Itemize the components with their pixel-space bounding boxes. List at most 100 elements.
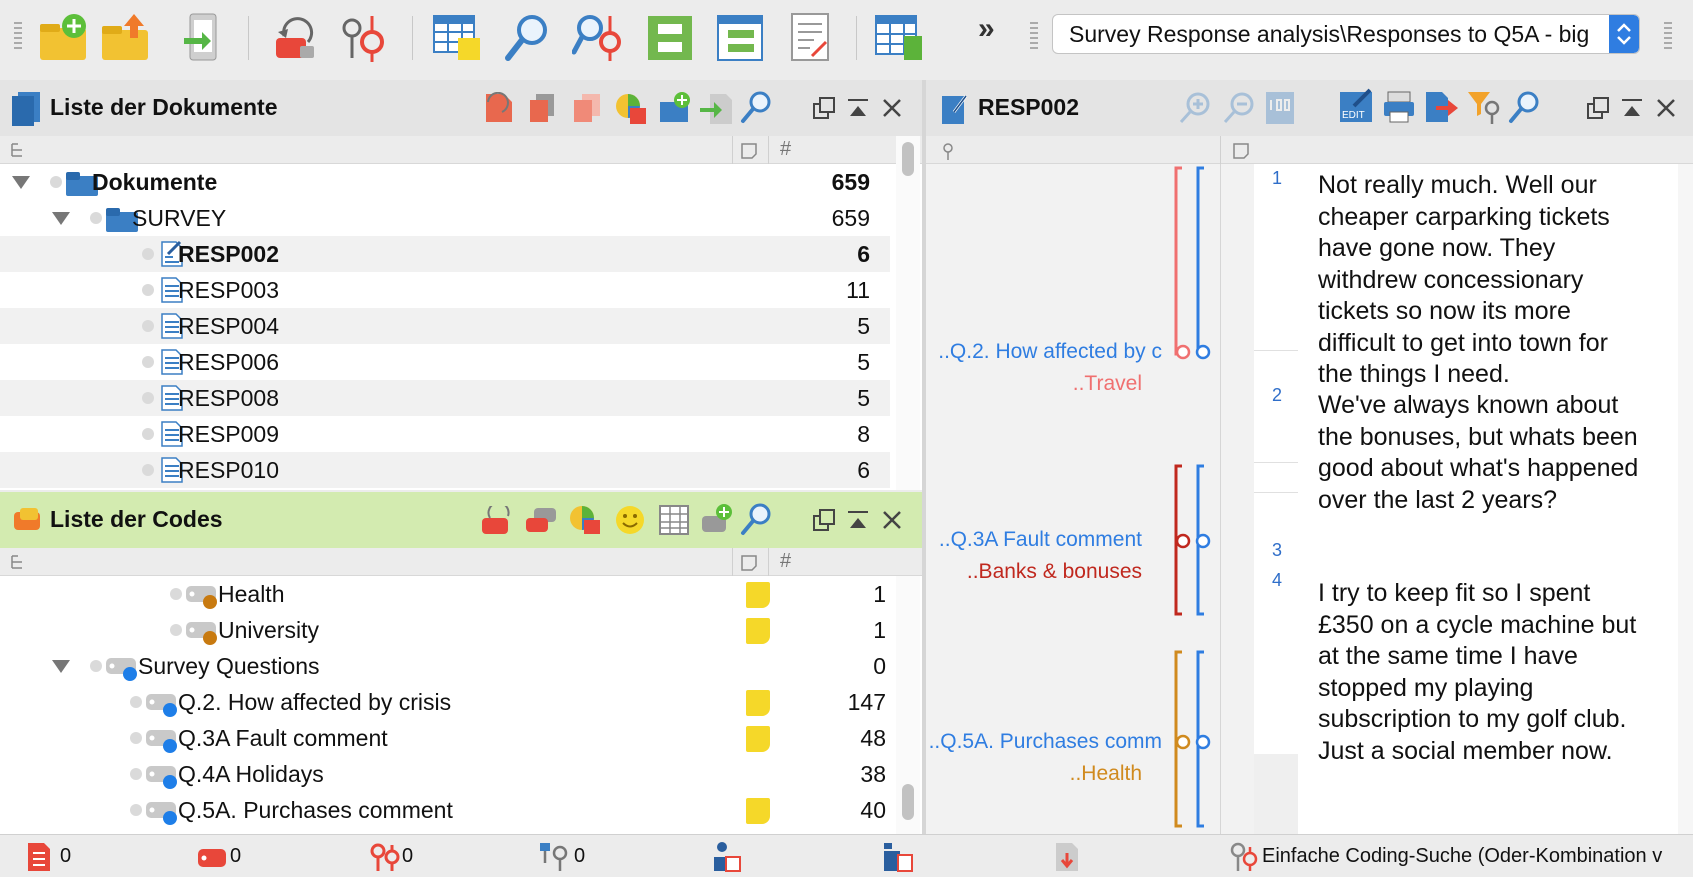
emoticode-icon[interactable]	[614, 504, 646, 536]
documents-icon	[12, 92, 42, 126]
coding-stripes[interactable]	[926, 164, 1220, 834]
maximize-codes-icon[interactable]	[846, 508, 870, 532]
documents-overview-icon[interactable]	[570, 92, 602, 124]
paragraph-memo-icon[interactable]	[1232, 142, 1250, 160]
document-row[interactable]: RESP004 5	[0, 308, 890, 344]
edit-mode-icon[interactable]: EDIT	[1340, 88, 1376, 124]
document-scrollbar[interactable]	[1678, 164, 1693, 834]
collapse-triangle-icon[interactable]	[12, 176, 30, 189]
import-documents-icon[interactable]	[700, 92, 732, 124]
document-row[interactable]: Dokumente 659	[0, 164, 890, 200]
status-dot	[142, 248, 154, 260]
code-row[interactable]: University 1	[0, 612, 890, 648]
user-status-icon[interactable]	[712, 841, 742, 873]
search-document-icon[interactable]	[1508, 90, 1542, 124]
color-chart-icon[interactable]	[614, 92, 646, 124]
memo-icon[interactable]	[746, 618, 770, 644]
document-row[interactable]: RESP006 5	[0, 344, 890, 380]
documents-scroll-thumb[interactable]	[902, 142, 914, 176]
new-code-icon[interactable]	[700, 502, 734, 536]
close-icon[interactable]	[880, 96, 904, 120]
document-row[interactable]: SURVEY 659	[0, 200, 890, 236]
search-icon[interactable]	[502, 12, 554, 64]
codes-scroll-thumb[interactable]	[902, 784, 914, 820]
code-matrix-icon[interactable]	[714, 12, 766, 64]
undock-icon[interactable]	[812, 96, 836, 120]
document-set-status-icon[interactable]	[882, 841, 914, 873]
activated-status-icon[interactable]	[1054, 841, 1084, 873]
code-undo-icon[interactable]	[268, 12, 320, 64]
zoom-100-icon[interactable]	[1266, 92, 1296, 124]
codes-memo-column-icon[interactable]	[740, 554, 758, 572]
collapse-triangle-icon[interactable]	[52, 212, 70, 225]
retrieval-icon[interactable]	[338, 12, 390, 64]
memo-icon[interactable]	[746, 582, 770, 608]
new-project-icon[interactable]	[38, 12, 90, 64]
toolbar-grip-right	[1664, 22, 1672, 52]
copy-documents-icon[interactable]	[526, 92, 558, 124]
variables-icon[interactable]	[874, 12, 926, 64]
code-row[interactable]: Survey Questions 0	[0, 648, 890, 684]
document-row[interactable]: RESP010 6	[0, 452, 890, 488]
open-project-icon[interactable]	[100, 12, 152, 64]
document-row[interactable]: RESP009 8	[0, 416, 890, 452]
search-documents-icon[interactable]	[740, 90, 774, 124]
coding-search-mode[interactable]: Einfache Coding-Suche (Oder-Kombination …	[1262, 845, 1662, 868]
document-portrait-icon[interactable]	[644, 12, 696, 64]
copy-code-icon[interactable]	[524, 506, 558, 536]
tree-view-icon[interactable]	[10, 142, 26, 158]
code-row[interactable]: Q.4A Holidays 38	[0, 756, 890, 792]
print-icon[interactable]	[1382, 90, 1416, 124]
maximize-browser-icon[interactable]	[1620, 96, 1644, 120]
code-row[interactable]: Q.3A Fault comment 48	[0, 720, 890, 756]
zoom-out-icon[interactable]	[1222, 92, 1254, 124]
export-icon[interactable]	[1424, 90, 1458, 124]
code-row[interactable]: Q.2. How affected by crisis 147	[0, 684, 890, 720]
close-browser-icon[interactable]	[1654, 96, 1678, 120]
document-count: 8	[857, 421, 870, 447]
chevron-updown-icon[interactable]	[1609, 15, 1639, 53]
coding-stripes-icon[interactable]	[940, 142, 956, 160]
documents-panel: Liste der Dokumente # Dokumente 659 SURVEY…	[0, 80, 922, 490]
code-tag-icon	[186, 582, 220, 612]
documents-scrollbar[interactable]	[896, 136, 920, 490]
delete-code-icon[interactable]	[480, 506, 514, 536]
code-color-chart-icon[interactable]	[568, 504, 602, 536]
code-table-icon[interactable]	[658, 504, 690, 536]
project-select-value: Survey Response analysis\Responses to Q5…	[1069, 21, 1590, 47]
document-row[interactable]: RESP003 11	[0, 272, 890, 308]
paragraph-text[interactable]: I try to keep fit so I spent £350 on a c…	[1318, 578, 1648, 767]
zoom-in-icon[interactable]	[1178, 92, 1210, 124]
coding-query-icon[interactable]	[572, 12, 624, 64]
coding-search-icon[interactable]	[1228, 841, 1258, 873]
summary-icon[interactable]	[784, 12, 836, 64]
delete-documents-icon[interactable]	[482, 92, 514, 124]
close-codes-icon[interactable]	[880, 508, 904, 532]
collapse-triangle-icon[interactable]	[52, 660, 70, 673]
table-icon[interactable]	[432, 12, 484, 64]
filter-codes-icon[interactable]	[1466, 90, 1500, 124]
codes-tree-view-icon[interactable]	[10, 554, 26, 570]
undock-browser-icon[interactable]	[1586, 96, 1610, 120]
undock-codes-icon[interactable]	[812, 508, 836, 532]
toolbar-overflow-button[interactable]: »	[978, 12, 995, 46]
search-codes-icon[interactable]	[740, 502, 774, 536]
code-row[interactable]: Health 1	[0, 576, 890, 612]
count-column-icon[interactable]: #	[780, 138, 791, 161]
code-row[interactable]: Q.5A. Purchases comment 40	[0, 792, 890, 828]
import-icon[interactable]	[178, 12, 230, 64]
new-document-set-icon[interactable]	[658, 90, 692, 124]
document-row[interactable]: RESP002 6	[0, 236, 890, 272]
project-select[interactable]: Survey Response analysis\Responses to Q5…	[1052, 14, 1640, 54]
memo-column-icon[interactable]	[740, 142, 758, 160]
codes-count-column-icon[interactable]: #	[780, 550, 791, 573]
paragraph-text[interactable]: We've always known about the bonuses, bu…	[1318, 390, 1648, 516]
memo-icon[interactable]	[746, 798, 770, 824]
document-row[interactable]: RESP008 5	[0, 380, 890, 416]
codes-scrollbar[interactable]	[896, 576, 920, 834]
memo-icon[interactable]	[746, 726, 770, 752]
maximize-icon[interactable]	[846, 96, 870, 120]
paragraph-text[interactable]: Not really much. Well our cheaper carpar…	[1318, 170, 1648, 391]
toolbar-grip	[14, 22, 22, 52]
memo-icon[interactable]	[746, 690, 770, 716]
